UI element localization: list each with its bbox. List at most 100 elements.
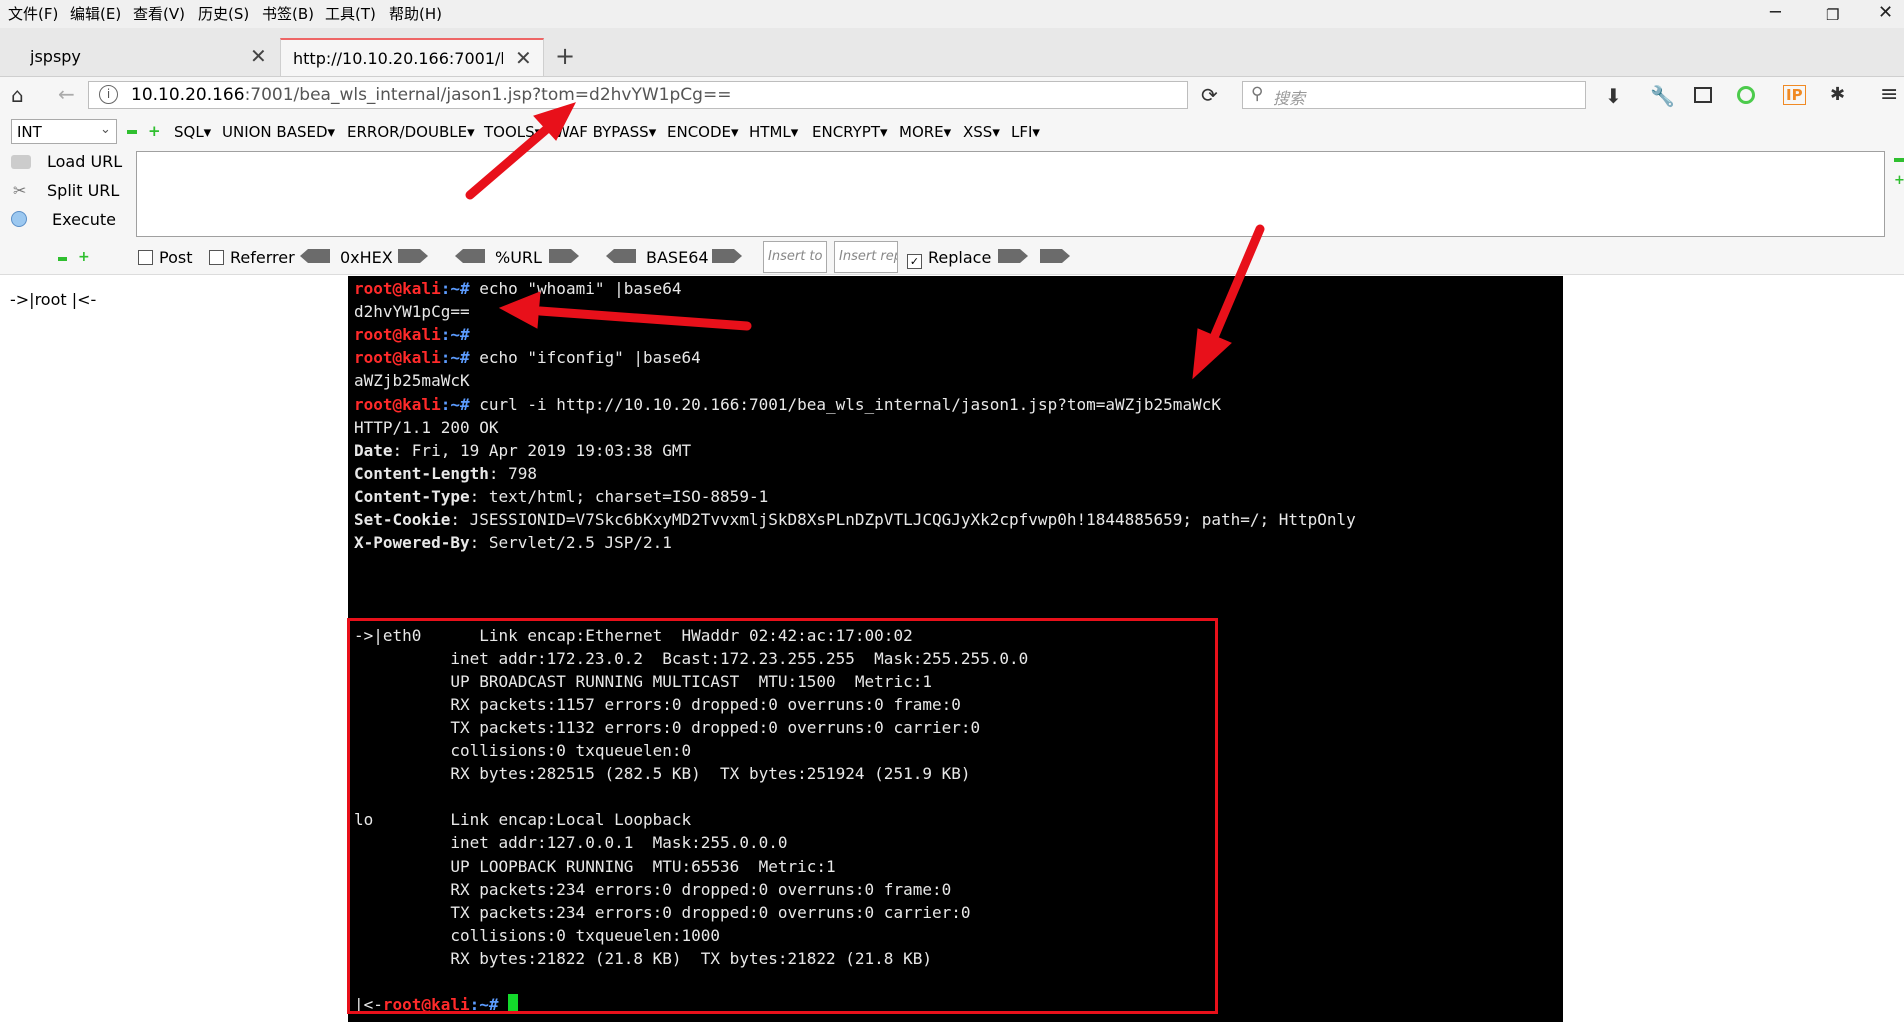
hackbar-menu-tools[interactable]: TOOLS▾: [484, 123, 542, 141]
injection-type-select[interactable]: INT ⌄: [11, 119, 117, 144]
command-text: echo "whoami" |base64: [469, 279, 682, 298]
menu-tools[interactable]: 工具(T): [325, 3, 376, 24]
hackbar-menu-encode[interactable]: ENCODE▾: [667, 123, 739, 141]
url-encode-arrow-icon[interactable]: [549, 249, 579, 263]
replace-checkbox[interactable]: ✓ Replace: [907, 248, 991, 269]
minus-green-icon[interactable]: [58, 257, 67, 261]
url-bar[interactable]: i 10.10.20.166:7001/bea_wls_internal/jas…: [88, 81, 1188, 109]
load-url-button[interactable]: Load URL: [47, 152, 122, 171]
menu-bookmarks[interactable]: 书签(B): [262, 3, 314, 24]
split-url-button[interactable]: Split URL: [47, 181, 119, 200]
base64-encode-arrow-icon[interactable]: [712, 249, 742, 263]
close-tab-icon[interactable]: ✕: [250, 44, 267, 68]
minus-green-icon[interactable]: [127, 130, 137, 134]
prompt-user: root@kali: [354, 279, 441, 298]
tab-label: http://10.10.20.166:7001/bea_: [293, 49, 503, 68]
url-path: :7001/bea_wls_internal/jason1.jsp?tom=d2…: [244, 85, 732, 105]
menu-view[interactable]: 查看(V): [133, 3, 185, 24]
prompt-path: :~#: [440, 348, 470, 368]
insert-replace-input[interactable]: Insert rep: [834, 241, 898, 273]
checkbox-box[interactable]: [209, 250, 224, 265]
wrench-icon[interactable]: 🔧: [1650, 84, 1675, 108]
terminal-line: aWZjb25maWcK: [354, 371, 470, 391]
page-output-text: ->|root |<-: [10, 290, 97, 309]
prompt-path: :~#: [440, 394, 470, 414]
menu-edit[interactable]: 编辑(E): [70, 3, 121, 24]
close-window-icon[interactable]: ✕: [1878, 2, 1893, 23]
checkbox-box[interactable]: [138, 250, 153, 265]
ip-icon[interactable]: IP: [1783, 85, 1806, 105]
referrer-label: Referrer: [230, 248, 295, 267]
highlight-box: [347, 618, 1218, 1014]
execute-button[interactable]: Execute: [52, 210, 116, 229]
post-checkbox[interactable]: Post: [138, 248, 192, 267]
search-placeholder: 搜索: [1273, 89, 1306, 108]
url-decode-arrow-icon[interactable]: [455, 249, 485, 263]
hackbar-url-textarea[interactable]: [136, 151, 1885, 237]
http-header-value: : Servlet/2.5 JSP/2.1: [469, 533, 672, 553]
hex-decode-arrow-icon[interactable]: [300, 249, 330, 263]
http-header-key: Set-Cookie: [354, 510, 451, 529]
referrer-checkbox[interactable]: Referrer: [209, 248, 295, 267]
plus-green-icon[interactable]: +: [1894, 173, 1904, 188]
hackbar-menu-error[interactable]: ERROR/DOUBLE▾: [347, 123, 475, 141]
minus-green-icon[interactable]: [1894, 158, 1904, 162]
status-circle-icon[interactable]: [1737, 86, 1755, 104]
base64-decode-arrow-icon[interactable]: [606, 249, 636, 263]
plus-green-icon[interactable]: +: [78, 249, 90, 265]
menu-history[interactable]: 历史(S): [198, 3, 249, 24]
back-icon[interactable]: ←: [58, 82, 75, 106]
menu-bar: 文件(F) 编辑(E) 查看(V) 历史(S) 书签(B) 工具(T) 帮助(H…: [0, 0, 1904, 28]
prompt-path: :~#: [440, 325, 470, 345]
split-url-icon: ✂: [13, 181, 27, 200]
home-icon[interactable]: ⌂: [11, 83, 24, 107]
hex-label: 0xHEX: [340, 248, 393, 267]
http-header-key: Content-Type: [354, 486, 470, 506]
terminal-line: Content-Type: text/html; charset=ISO-885…: [354, 485, 768, 508]
hex-encode-arrow-icon[interactable]: [398, 249, 428, 263]
close-tab-icon[interactable]: ✕: [515, 46, 532, 70]
terminal-line: Date: Fri, 19 Apr 2019 19:03:38 GMT: [354, 439, 691, 462]
hackbar-menu-waf[interactable]: WAF BYPASS▾: [555, 123, 656, 141]
minimize-icon[interactable]: ─: [1770, 2, 1781, 23]
plus-green-icon[interactable]: +: [148, 122, 161, 140]
bug-icon[interactable]: ✱: [1830, 84, 1845, 105]
download-icon[interactable]: ⬇: [1605, 84, 1622, 108]
replace-label: Replace: [928, 248, 992, 267]
menu-help[interactable]: 帮助(H): [389, 3, 442, 24]
hackbar-menu-sql[interactable]: SQL▾: [174, 123, 211, 141]
hackbar-menu-xss[interactable]: XSS▾: [963, 123, 1000, 141]
http-header-key: X-Powered-By: [354, 533, 470, 553]
terminal-line: root@kali:~# echo "whoami" |base64: [354, 277, 682, 300]
prompt-user: root@kali: [354, 394, 441, 414]
http-header-key: Date: [354, 440, 393, 460]
terminal-line: root@kali:~#: [354, 323, 470, 346]
sidebar-icon[interactable]: [1694, 87, 1712, 103]
info-icon[interactable]: i: [99, 85, 118, 104]
hackbar-menu-union[interactable]: UNION BASED▾: [222, 123, 335, 141]
tab-active-url[interactable]: http://10.10.20.166:7001/bea_ ✕: [280, 38, 544, 76]
search-box[interactable]: ⚲ 搜索: [1242, 81, 1586, 109]
tab-jspspy[interactable]: jspspy ✕: [10, 38, 278, 76]
reload-icon[interactable]: ⟳: [1201, 83, 1218, 107]
restore-icon[interactable]: ❐: [1826, 6, 1839, 24]
replace-arrow-icon[interactable]: [998, 249, 1028, 263]
url-host: 10.10.20.166: [131, 85, 245, 105]
hamburger-menu-icon[interactable]: ≡: [1880, 82, 1898, 107]
select-value: INT: [17, 123, 42, 141]
menu-file[interactable]: 文件(F): [8, 3, 58, 24]
prompt-path: :~#: [440, 279, 470, 298]
http-header-value: : 798: [488, 463, 538, 483]
hackbar-menu-more[interactable]: MORE▾: [899, 123, 951, 141]
http-header-value: : Fri, 19 Apr 2019 19:03:38 GMT: [392, 440, 692, 460]
hackbar-menu-html[interactable]: HTML▾: [749, 123, 798, 141]
http-header-value: : JSESSIONID=V7Skc6bKxyMD2TvvxmljSkD8XsP…: [450, 510, 1356, 529]
base64-label: BASE64: [646, 248, 709, 267]
replace-all-arrow-icon[interactable]: [1040, 249, 1070, 263]
checkbox-box[interactable]: ✓: [907, 254, 922, 269]
new-tab-icon[interactable]: +: [555, 42, 575, 70]
insert-to-input[interactable]: Insert to r: [763, 241, 827, 273]
hackbar-menu-encrypt[interactable]: ENCRYPT▾: [812, 123, 888, 141]
command-text: echo "ifconfig" |base64: [469, 348, 701, 368]
hackbar-menu-lfi[interactable]: LFI▾: [1011, 123, 1040, 141]
